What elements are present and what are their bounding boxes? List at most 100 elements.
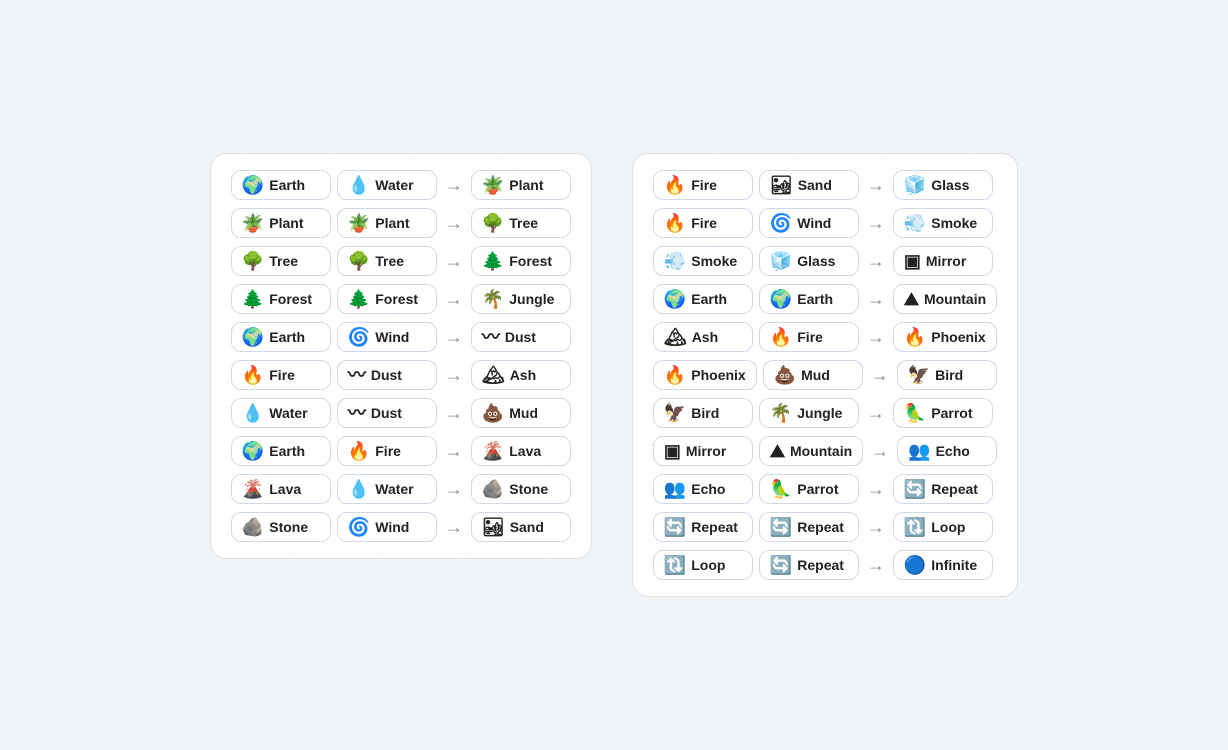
element-card-input1[interactable]: 🏔Ash xyxy=(653,322,753,352)
element-card-input1[interactable]: 🪴Plant xyxy=(231,208,331,238)
element-card-input1[interactable]: 🔥Fire xyxy=(653,170,753,200)
element-card-input2[interactable]: 〰Dust xyxy=(337,398,437,428)
element-card-input1[interactable]: ▣Mirror xyxy=(653,436,753,466)
element-label: Lava xyxy=(269,481,301,497)
recipe-row: 🏔Ash🔥Fire→🔥Phoenix xyxy=(653,322,997,352)
element-label: Repeat xyxy=(797,519,844,535)
element-emoji: 🦜 xyxy=(770,480,792,498)
element-card-input1[interactable]: 🔥Fire xyxy=(231,360,331,390)
element-card-output[interactable]: 🔥Phoenix xyxy=(893,322,997,352)
element-label: Tree xyxy=(269,253,298,269)
element-card-input1[interactable]: 🌍Earth xyxy=(231,170,331,200)
element-card-output[interactable]: 🔃Loop xyxy=(893,512,993,542)
element-card-output[interactable]: 💩Mud xyxy=(471,398,571,428)
recipe-row: 🪨Stone🌀Wind→🏜Sand xyxy=(231,512,571,542)
element-label: Earth xyxy=(797,291,833,307)
element-card-input2[interactable]: 🌴Jungle xyxy=(759,398,859,428)
element-card-output[interactable]: 💨Smoke xyxy=(893,208,993,238)
element-label: Water xyxy=(375,481,413,497)
element-card-output[interactable]: 🔄Repeat xyxy=(893,474,993,504)
element-card-input1[interactable]: 🌍Earth xyxy=(231,436,331,466)
recipe-row: 🔄Repeat🔄Repeat→🔃Loop xyxy=(653,512,997,542)
element-card-input2[interactable]: 🌍Earth xyxy=(759,284,859,314)
element-label: Sand xyxy=(510,519,544,535)
element-card-input1[interactable]: 🔥Phoenix xyxy=(653,360,757,390)
element-card-input1[interactable]: 🪨Stone xyxy=(231,512,331,542)
element-card-input2[interactable]: 💧Water xyxy=(337,474,437,504)
element-card-input2[interactable]: 💧Water xyxy=(337,170,437,200)
element-card-input1[interactable]: 🌍Earth xyxy=(231,322,331,352)
element-card-input1[interactable]: 🔃Loop xyxy=(653,550,753,580)
recipe-arrow: → xyxy=(869,441,891,462)
element-emoji: 🌍 xyxy=(242,442,264,460)
element-emoji: 🔃 xyxy=(904,518,926,536)
element-label: Bird xyxy=(691,405,719,421)
element-emoji: 🏔 xyxy=(664,328,687,346)
recipe-arrow: → xyxy=(865,175,887,196)
recipe-row: 💨Smoke🧊Glass→▣Mirror xyxy=(653,246,997,276)
element-card-output[interactable]: ⛰Mountain xyxy=(893,284,997,314)
element-label: Smoke xyxy=(691,253,737,269)
element-card-input2[interactable]: 💩Mud xyxy=(763,360,863,390)
element-emoji: 🌲 xyxy=(348,290,370,308)
element-card-input1[interactable]: 🌍Earth xyxy=(653,284,753,314)
element-card-output[interactable]: 🌋Lava xyxy=(471,436,571,466)
element-card-input2[interactable]: 🦜Parrot xyxy=(759,474,859,504)
element-card-input2[interactable]: 🌀Wind xyxy=(337,322,437,352)
recipe-row: 🌍Earth🌀Wind→〰Dust xyxy=(231,322,571,352)
element-card-output[interactable]: ▣Mirror xyxy=(893,246,993,276)
element-card-output[interactable]: 🪴Plant xyxy=(471,170,571,200)
element-card-input2[interactable]: 🧊Glass xyxy=(759,246,859,276)
element-card-input1[interactable]: 🔄Repeat xyxy=(653,512,753,542)
element-card-input2[interactable]: 🔄Repeat xyxy=(759,512,859,542)
element-card-input2[interactable]: 🏜Sand xyxy=(759,170,859,200)
element-card-input2[interactable]: 🔄Repeat xyxy=(759,550,859,580)
element-label: Lava xyxy=(509,443,541,459)
element-card-input2[interactable]: 🌳Tree xyxy=(337,246,437,276)
element-card-input1[interactable]: 🔥Fire xyxy=(653,208,753,238)
element-card-output[interactable]: 〰Dust xyxy=(471,322,571,352)
element-emoji: 💧 xyxy=(348,176,370,194)
element-card-output[interactable]: 🏜Sand xyxy=(471,512,571,542)
element-card-output[interactable]: 🌳Tree xyxy=(471,208,571,238)
main-container: 🌍Earth💧Water→🪴Plant🪴Plant🪴Plant→🌳Tree🌳Tr… xyxy=(210,153,1018,597)
recipe-arrow: → xyxy=(443,365,465,386)
element-label: Earth xyxy=(691,291,727,307)
element-card-output[interactable]: 🦜Parrot xyxy=(893,398,993,428)
element-card-input1[interactable]: 🌳Tree xyxy=(231,246,331,276)
element-label: Mud xyxy=(509,405,538,421)
element-emoji: 🌀 xyxy=(770,214,792,232)
element-label: Phoenix xyxy=(691,367,745,383)
element-card-input2[interactable]: 🌀Wind xyxy=(337,512,437,542)
element-label: Tree xyxy=(375,253,404,269)
element-card-input2[interactable]: ⛰Mountain xyxy=(759,436,863,466)
element-card-input1[interactable]: 👥Echo xyxy=(653,474,753,504)
element-card-input1[interactable]: 💨Smoke xyxy=(653,246,753,276)
element-label: Smoke xyxy=(931,215,977,231)
element-card-input1[interactable]: 🌲Forest xyxy=(231,284,331,314)
element-label: Fire xyxy=(691,215,717,231)
element-label: Plant xyxy=(375,215,409,231)
element-card-input1[interactable]: 🦅Bird xyxy=(653,398,753,428)
element-card-output[interactable]: 🪨Stone xyxy=(471,474,571,504)
element-card-input1[interactable]: 💧Water xyxy=(231,398,331,428)
element-card-input2[interactable]: 🌀Wind xyxy=(759,208,859,238)
element-card-input2[interactable]: 〰Dust xyxy=(337,360,437,390)
element-emoji: 🔃 xyxy=(664,556,686,574)
element-card-output[interactable]: 🦅Bird xyxy=(897,360,997,390)
element-emoji: 〰 xyxy=(482,328,500,346)
element-card-input2[interactable]: 🔥Fire xyxy=(337,436,437,466)
element-card-output[interactable]: 🌴Jungle xyxy=(471,284,571,314)
element-label: Fire xyxy=(797,329,823,345)
element-card-output[interactable]: 🌲Forest xyxy=(471,246,571,276)
element-card-output[interactable]: 🧊Glass xyxy=(893,170,993,200)
element-card-output[interactable]: 🏔Ash xyxy=(471,360,571,390)
element-card-input2[interactable]: 🔥Fire xyxy=(759,322,859,352)
element-card-output[interactable]: 👥Echo xyxy=(897,436,997,466)
element-card-input2[interactable]: 🪴Plant xyxy=(337,208,437,238)
element-emoji: 🌀 xyxy=(348,518,370,536)
element-label: Wind xyxy=(375,329,409,345)
element-card-input2[interactable]: 🌲Forest xyxy=(337,284,437,314)
element-card-output[interactable]: 🔵Infinite xyxy=(893,550,993,580)
element-card-input1[interactable]: 🌋Lava xyxy=(231,474,331,504)
